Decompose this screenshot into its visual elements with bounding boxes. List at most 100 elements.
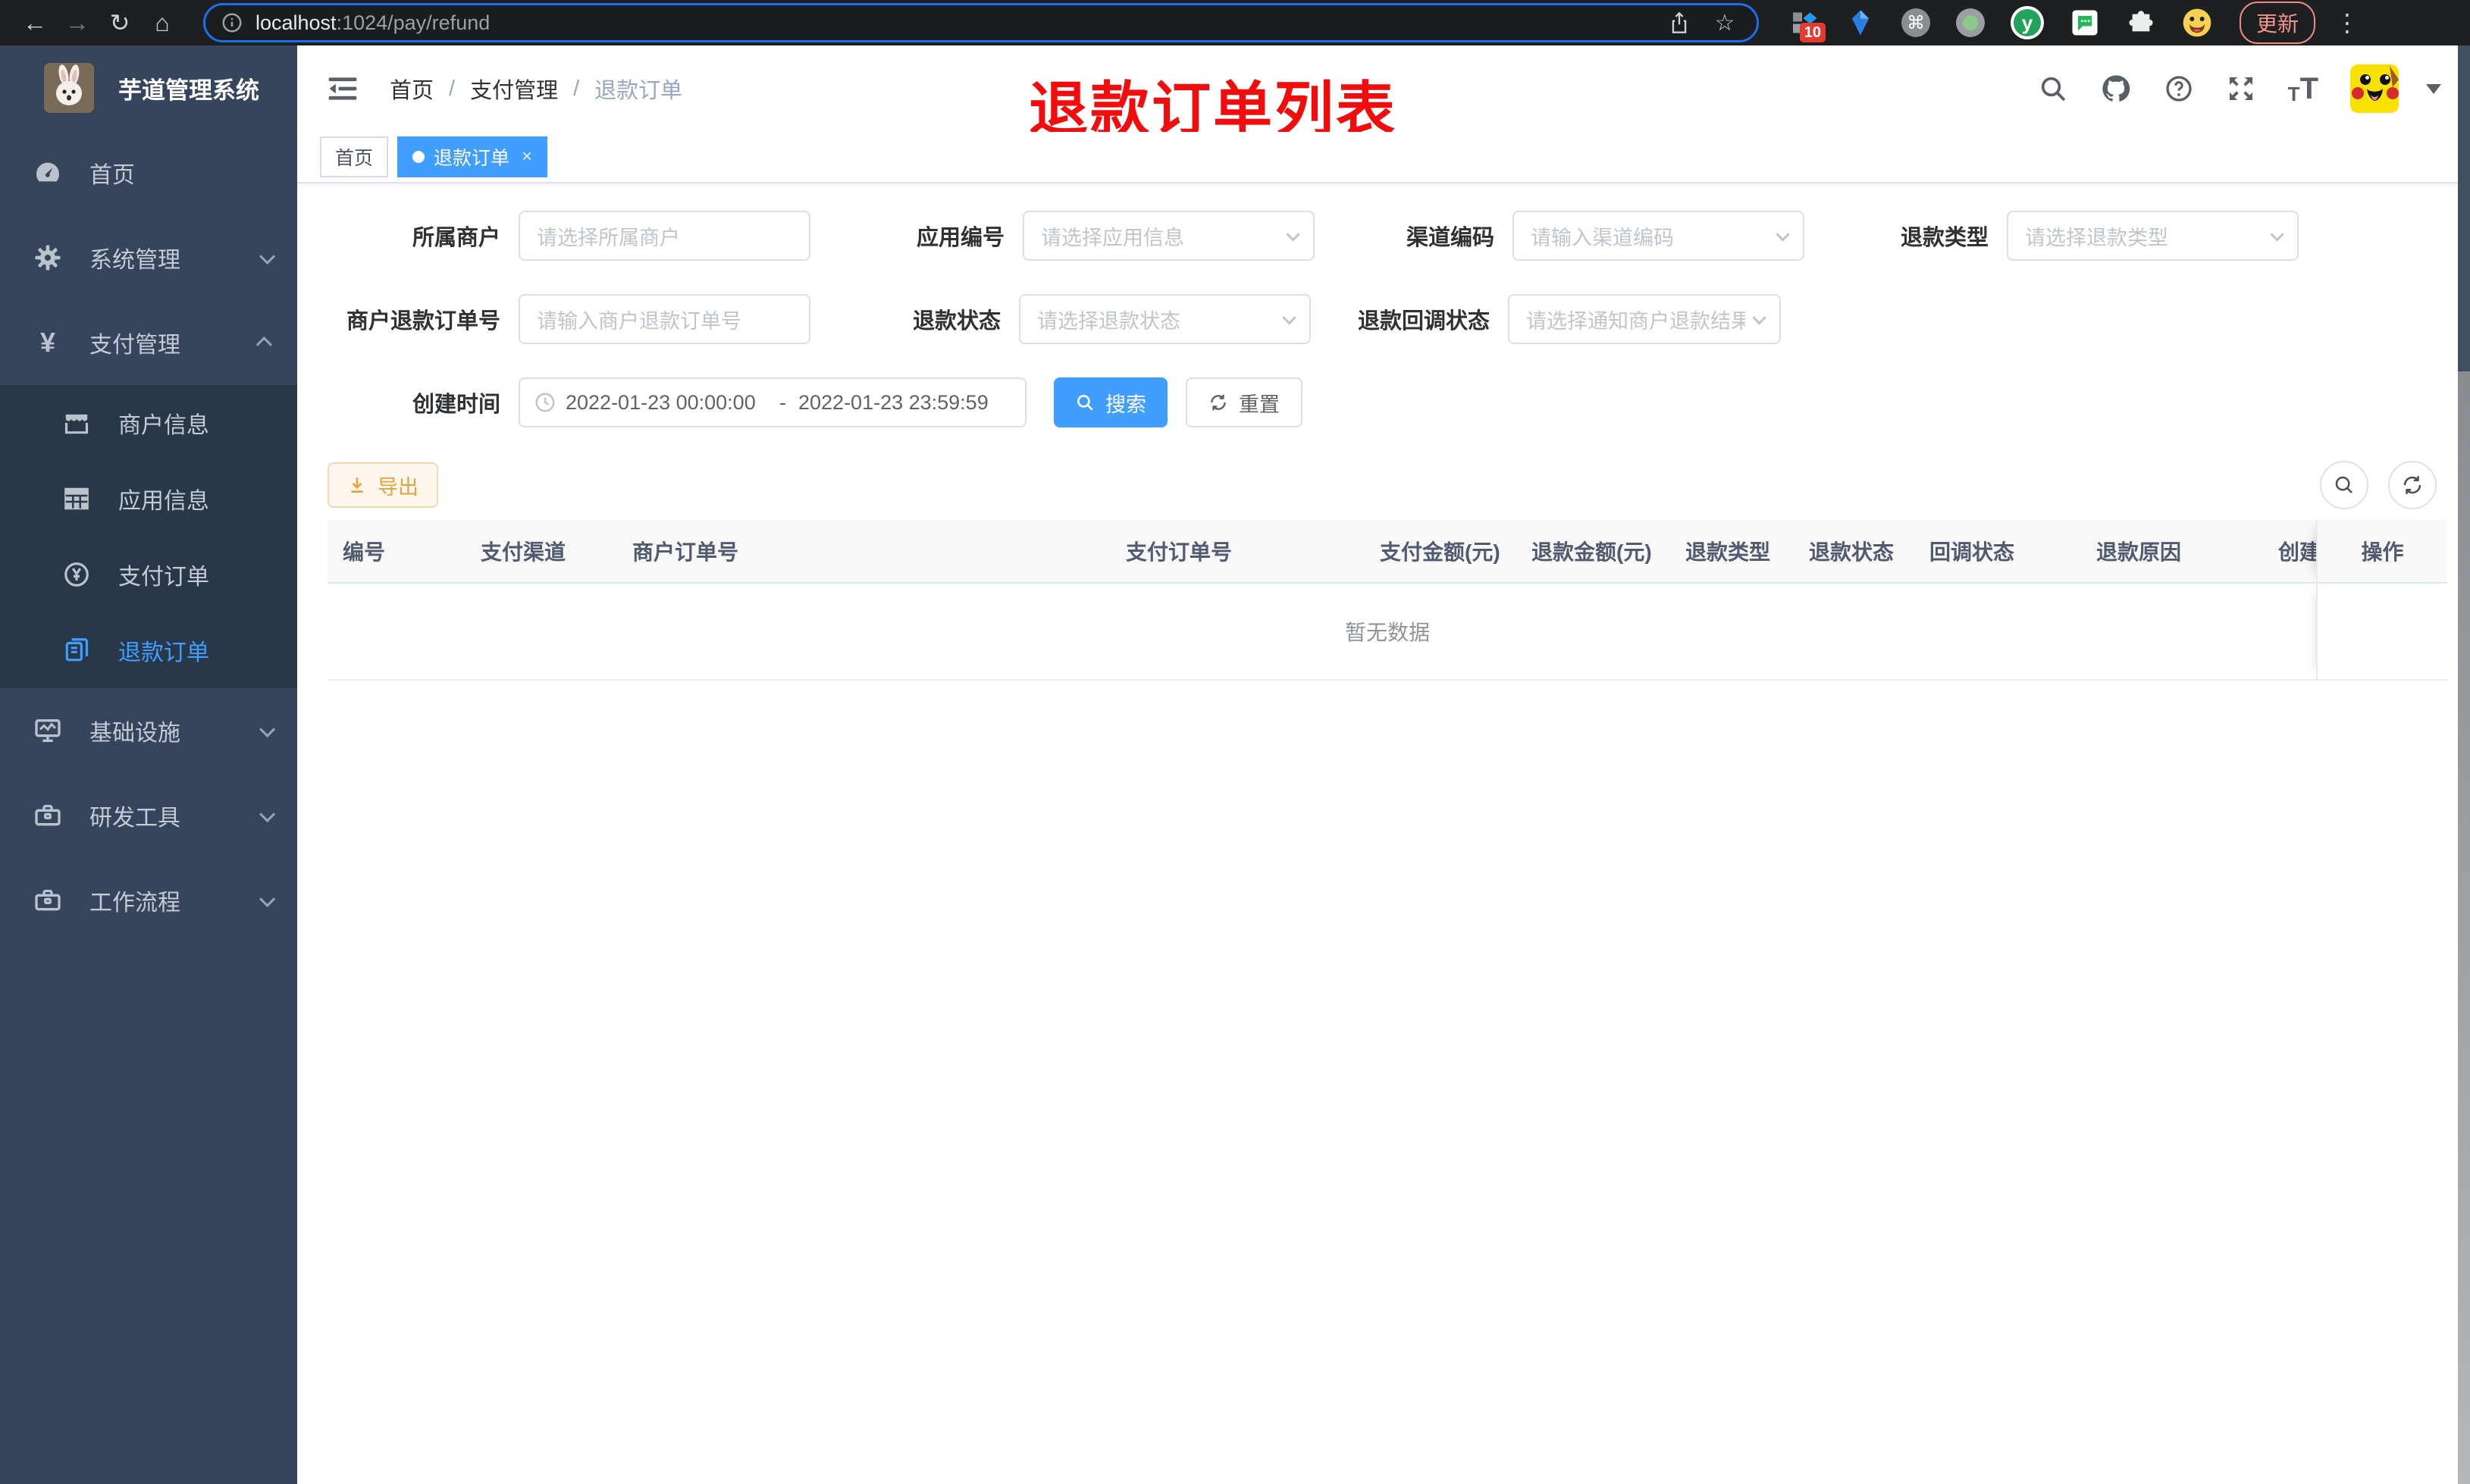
extension-y-icon[interactable]: y bbox=[2011, 6, 2044, 39]
extension-kite-icon[interactable] bbox=[1845, 8, 1876, 38]
channel-select[interactable]: 请输入渠道编码 bbox=[1512, 211, 1804, 261]
page-scrollbar[interactable] bbox=[2458, 45, 2470, 1484]
pay-submenu: 商户信息 应用信息 支付订单 退款订单 bbox=[0, 385, 297, 688]
page-content: 所属商户 请选择所属商户 应用编号 请选择应用信息 渠道编码 请输入渠道编码 退… bbox=[297, 183, 2470, 681]
browser-home-button[interactable]: ⌂ bbox=[141, 9, 183, 37]
share-icon[interactable] bbox=[1663, 11, 1696, 34]
refund-status-select[interactable]: 请选择退款状态 bbox=[1019, 294, 1311, 344]
app-logo bbox=[44, 63, 94, 113]
extension-command-icon[interactable]: ⌘ bbox=[1901, 8, 1930, 37]
chevron-down-icon bbox=[259, 891, 276, 907]
sidebar-item-app-info[interactable]: 应用信息 bbox=[0, 461, 297, 537]
tag-active-dot bbox=[412, 151, 425, 163]
breadcrumb-home[interactable]: 首页 bbox=[390, 73, 434, 105]
chevron-down-icon bbox=[1282, 310, 1296, 325]
sidebar-item-label: 研发工具 bbox=[89, 806, 180, 831]
filter-label: 商户退款订单号 bbox=[346, 309, 500, 333]
sidebar-item-pay[interactable]: ¥ 支付管理 bbox=[0, 300, 297, 385]
filter-label: 渠道编码 bbox=[1406, 226, 1494, 250]
filter-label: 退款回调状态 bbox=[1357, 309, 1490, 333]
bookmark-star-icon[interactable]: ☆ bbox=[1708, 10, 1741, 36]
browser-forward-button[interactable]: → bbox=[56, 9, 99, 37]
sidebar-item-home[interactable]: 首页 bbox=[0, 130, 297, 215]
sidebar-item-infra[interactable]: 基础设施 bbox=[0, 688, 297, 773]
extensions-row: 10 ⌘ y bbox=[1789, 6, 2212, 42]
app-logo-row[interactable]: 芋道管理系统 bbox=[0, 45, 297, 130]
empty-state-text: 暂无数据 bbox=[1344, 621, 1431, 644]
scrollbar-thumb[interactable] bbox=[2458, 45, 2470, 371]
tag-home[interactable]: 首页 bbox=[320, 136, 389, 177]
table-toolbar: 导出 bbox=[328, 461, 2447, 509]
date-end-value[interactable]: 2022-01-23 23:59:59 bbox=[798, 391, 1000, 415]
fullscreen-icon[interactable] bbox=[2226, 74, 2256, 104]
filter-notify-status: 退款回调状态 请选择通知商户退款结果的 bbox=[1311, 294, 1781, 344]
browser-update-button[interactable]: 更新 bbox=[2240, 2, 2316, 44]
merchant-input[interactable]: 请选择所属商户 bbox=[519, 211, 810, 261]
sidebar-item-label: 支付订单 bbox=[118, 565, 209, 590]
date-range-input[interactable]: 2022-01-23 00:00:00 - 2022-01-23 23:59:5… bbox=[519, 377, 1027, 427]
sidebar-item-label: 支付管理 bbox=[89, 333, 180, 358]
sidebar-toggle-icon[interactable] bbox=[326, 72, 359, 105]
fixed-actions-column bbox=[2316, 584, 2447, 679]
search-icon[interactable] bbox=[2038, 74, 2068, 104]
chevron-down-icon bbox=[259, 806, 276, 822]
refresh-table-button[interactable] bbox=[2388, 461, 2437, 509]
extension-chat-icon[interactable] bbox=[2070, 8, 2100, 38]
extension-grid-icon[interactable]: 10 bbox=[1789, 8, 1826, 42]
sidebar-item-devtools[interactable]: 研发工具 bbox=[0, 773, 297, 858]
refresh-icon bbox=[1208, 393, 1228, 412]
reset-button[interactable]: 重置 bbox=[1186, 377, 1302, 427]
sidebar-item-label: 商户信息 bbox=[118, 413, 209, 438]
column-header-refund-amount: 退款金额(元) bbox=[1531, 540, 1652, 564]
sidebar-item-refund-order[interactable]: 退款订单 bbox=[0, 612, 297, 688]
url-text[interactable]: localhost:1024/pay/refund bbox=[255, 11, 490, 35]
filter-row-3: 创建时间 2022-01-23 00:00:00 - 2022-01-23 23… bbox=[328, 377, 2447, 427]
font-size-icon[interactable]: TT bbox=[2288, 74, 2318, 104]
filter-refund-status: 退款状态 请选择退款状态 bbox=[810, 294, 1311, 344]
breadcrumb-pay[interactable]: 支付管理 bbox=[470, 73, 558, 105]
column-header-pay-order-no: 支付订单号 bbox=[1126, 540, 1233, 564]
chevron-down-icon bbox=[259, 248, 276, 265]
gear-icon bbox=[32, 243, 64, 273]
chevron-down-icon bbox=[1752, 310, 1766, 325]
export-button[interactable]: 导出 bbox=[328, 462, 438, 508]
sidebar-item-merchant-info[interactable]: 商户信息 bbox=[0, 385, 297, 461]
user-avatar[interactable] bbox=[2350, 64, 2399, 113]
sidebar-item-workflow[interactable]: 工作流程 bbox=[0, 858, 297, 943]
column-header-actions: 操作 bbox=[2316, 520, 2447, 582]
app-select[interactable]: 请选择应用信息 bbox=[1023, 211, 1315, 261]
extension-dot-icon[interactable] bbox=[1956, 8, 1985, 37]
filter-channel: 渠道编码 请输入渠道编码 bbox=[1315, 211, 1804, 261]
address-bar[interactable]: localhost:1024/pay/refund ☆ bbox=[203, 3, 1759, 42]
tag-close-icon[interactable]: × bbox=[522, 146, 532, 167]
filter-merchant: 所属商户 请选择所属商户 bbox=[328, 211, 810, 261]
merchant-refund-no-input[interactable]: 请输入商户退款订单号 bbox=[519, 294, 810, 344]
sidebar-item-system[interactable]: 系统管理 bbox=[0, 215, 297, 300]
extension-puzzle-icon[interactable] bbox=[2126, 8, 2156, 38]
avatar-caret-icon[interactable] bbox=[2426, 83, 2441, 94]
column-header-callback-status: 回调状态 bbox=[1929, 540, 2015, 564]
filter-label: 所属商户 bbox=[412, 226, 500, 250]
sidebar-item-pay-order[interactable]: 支付订单 bbox=[0, 537, 297, 612]
refund-type-select[interactable]: 请选择退款类型 bbox=[2007, 211, 2299, 261]
column-header-id: 编号 bbox=[343, 540, 386, 564]
breadcrumb: 首页 / 支付管理 / 退款订单 bbox=[390, 73, 682, 105]
tags-bar: 首页 退款订单 × bbox=[297, 132, 2470, 183]
browser-menu-icon[interactable]: ⋮ bbox=[2335, 8, 2359, 37]
date-start-value[interactable]: 2022-01-23 00:00:00 bbox=[566, 391, 767, 415]
table-header-row: 编号 支付渠道 商户订单号 支付订单号 支付金额(元) 退款金额(元) 退款类型… bbox=[328, 520, 2447, 584]
toolbox-icon bbox=[32, 800, 64, 831]
filter-label: 退款状态 bbox=[912, 309, 1001, 333]
help-icon[interactable] bbox=[2164, 74, 2194, 104]
browser-reload-button[interactable]: ↻ bbox=[99, 8, 141, 37]
github-icon[interactable] bbox=[2100, 73, 2132, 105]
hide-search-button[interactable] bbox=[2320, 461, 2368, 509]
search-icon bbox=[1075, 393, 1095, 412]
search-button[interactable]: 搜索 bbox=[1054, 377, 1168, 427]
notify-status-select[interactable]: 请选择通知商户退款结果的 bbox=[1508, 294, 1781, 344]
tag-refund-order[interactable]: 退款订单 × bbox=[397, 136, 548, 177]
browser-back-button[interactable]: ← bbox=[14, 9, 56, 37]
navbar: 首页 / 支付管理 / 退款订单 退款订单列表 T T bbox=[297, 45, 2470, 142]
site-info-icon[interactable] bbox=[221, 11, 243, 34]
extension-emoji-icon[interactable] bbox=[2182, 8, 2212, 38]
